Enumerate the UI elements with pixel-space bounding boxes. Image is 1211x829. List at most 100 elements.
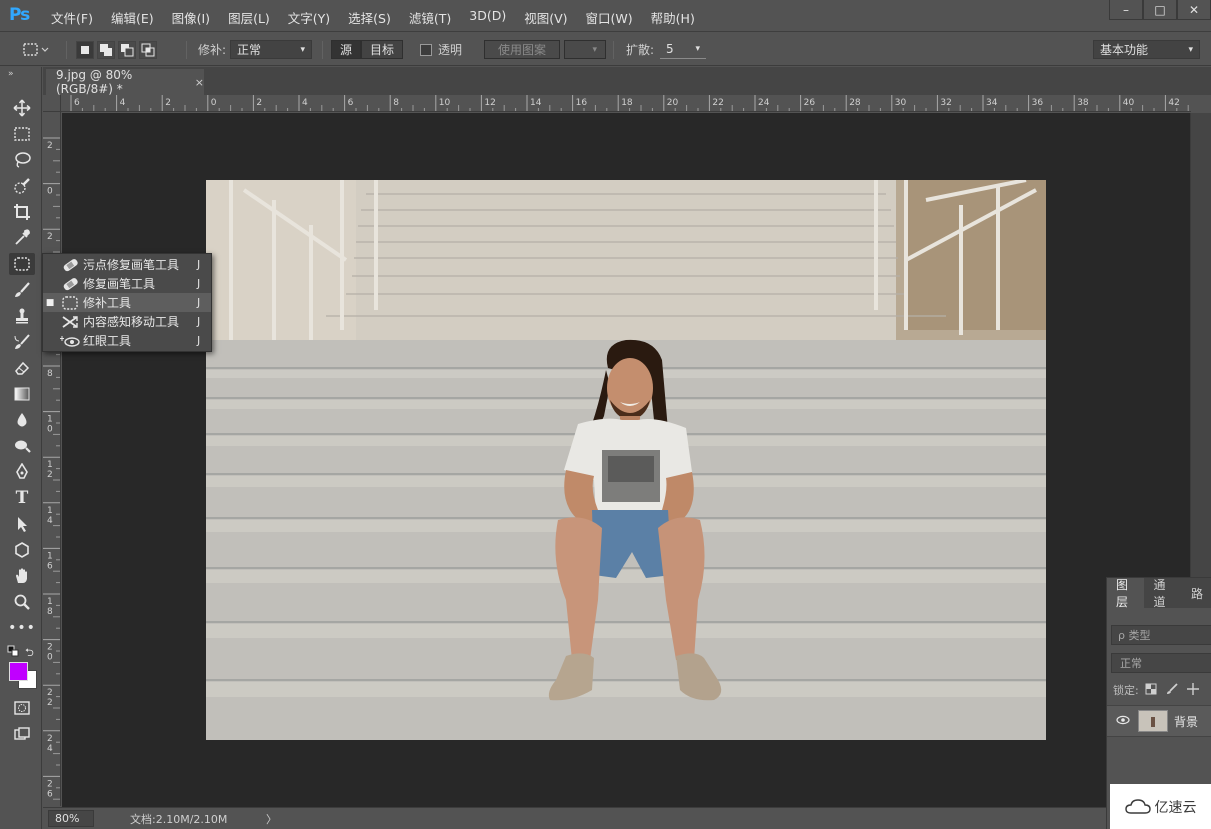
- lock-pixels-icon[interactable]: [1166, 682, 1178, 698]
- zoom-field[interactable]: 80%: [48, 810, 94, 827]
- ruler-h-label: 30: [895, 98, 907, 108]
- menu-3d[interactable]: 3D(D): [460, 8, 515, 27]
- menu-edit[interactable]: 编辑(E): [102, 8, 163, 27]
- hand-tool-icon[interactable]: [9, 565, 35, 587]
- screen-mode-icon[interactable]: [9, 723, 35, 745]
- blend-mode-select[interactable]: 正常: [1111, 653, 1211, 673]
- menu-layer[interactable]: 图层(L): [219, 8, 279, 27]
- workspace-select[interactable]: 基本功能 ▾: [1093, 40, 1200, 59]
- menu-view[interactable]: 视图(V): [515, 8, 576, 27]
- collapse-panel-icon[interactable]: »: [8, 69, 14, 79]
- ruler-h-label: 18: [621, 98, 633, 108]
- status-menu-arrow-icon[interactable]: 〉: [266, 811, 277, 827]
- maximize-button[interactable]: □: [1143, 0, 1177, 20]
- ruler-h-label: 12: [484, 98, 495, 108]
- menu-window[interactable]: 窗口(W): [577, 8, 642, 27]
- menu-image[interactable]: 图像(I): [163, 8, 219, 27]
- eraser-tool-icon[interactable]: [9, 357, 35, 379]
- diffusion-select[interactable]: 5 ▾: [660, 40, 707, 59]
- layer-row-background[interactable]: 背景: [1107, 705, 1211, 737]
- ruler-v-label: 0: [47, 425, 53, 435]
- menu-file[interactable]: 文件(F): [42, 8, 102, 27]
- add-selection-icon[interactable]: [97, 40, 115, 59]
- menu-type[interactable]: 文字(Y): [279, 8, 339, 27]
- blur-tool-icon[interactable]: [9, 409, 35, 431]
- eye-icon[interactable]: [1116, 714, 1130, 728]
- swap-colors-icon[interactable]: ⮌: [25, 644, 34, 663]
- ruler-h-label: 2: [256, 98, 262, 108]
- intersect-selection-icon[interactable]: [139, 40, 157, 59]
- menu-help[interactable]: 帮助(H): [642, 8, 704, 27]
- lock-transparent-icon[interactable]: [1145, 683, 1157, 698]
- ruler-h-label: 38: [1077, 98, 1089, 108]
- ruler-h-label: 8: [393, 98, 399, 108]
- patch-icon: [57, 295, 83, 311]
- transparent-label: 透明: [438, 43, 463, 57]
- flyout-item-content-aware-move[interactable]: 内容感知移动工具 J: [43, 312, 211, 331]
- crop-tool-icon[interactable]: [9, 201, 35, 223]
- close-icon[interactable]: ×: [195, 76, 204, 89]
- tools-panel: » T ••• ⮌: [0, 67, 42, 829]
- flyout-item-spot-healing[interactable]: 污点修复画笔工具 J: [43, 255, 211, 274]
- zoom-tool-icon[interactable]: [9, 591, 35, 613]
- content-aware-move-icon: [57, 314, 83, 330]
- ruler-v-label: 6: [47, 561, 53, 571]
- ruler-v-label: 1: [47, 460, 53, 470]
- shape-tool-icon[interactable]: [9, 539, 35, 561]
- transparent-checkbox[interactable]: [420, 43, 432, 56]
- patch-mode-select[interactable]: 正常 ▾: [230, 40, 313, 59]
- close-window-button[interactable]: ✕: [1177, 0, 1211, 20]
- foreground-color-swatch[interactable]: [9, 662, 28, 681]
- minimize-button[interactable]: –: [1109, 0, 1143, 20]
- move-tool-icon[interactable]: [9, 97, 35, 119]
- source-button[interactable]: 源: [331, 40, 362, 59]
- document-tab[interactable]: 9.jpg @ 80%(RGB/8#) * ×: [46, 68, 204, 96]
- clone-stamp-tool-icon[interactable]: [9, 305, 35, 327]
- ruler-origin[interactable]: [43, 95, 61, 112]
- ruler-h-label: 26: [804, 98, 816, 108]
- photoshop-logo: Ps: [9, 5, 30, 25]
- horizontal-ruler[interactable]: 6 4 2 0 2 4 6 8 10 12 14 16 18 20 22 24 26 28 30 32 34 36 38 40…: [61, 95, 1191, 112]
- type-tool-icon[interactable]: T: [9, 487, 35, 509]
- layer-filter-select[interactable]: ρ 类型: [1111, 625, 1211, 645]
- ruler-v-label: 2: [47, 643, 53, 653]
- patch-tool-icon[interactable]: [9, 253, 35, 275]
- use-pattern-button[interactable]: 使用图案: [484, 40, 560, 59]
- history-brush-tool-icon[interactable]: [9, 331, 35, 353]
- flyout-item-healing-brush[interactable]: 修复画笔工具 J: [43, 274, 211, 293]
- tab-paths[interactable]: 路: [1182, 578, 1211, 608]
- gradient-tool-icon[interactable]: [9, 383, 35, 405]
- eyedropper-tool-icon[interactable]: [9, 227, 35, 249]
- tab-layers[interactable]: 图层: [1107, 578, 1145, 609]
- ruler-h-label: 2: [165, 98, 171, 108]
- ruler-h-label: 36: [1032, 98, 1044, 108]
- flyout-item-patch[interactable]: ■ 修补工具 J: [43, 293, 211, 312]
- tool-preset-picker[interactable]: [20, 39, 50, 60]
- flyout-item-red-eye[interactable]: 红眼工具 J: [43, 331, 211, 350]
- pen-tool-icon[interactable]: [9, 461, 35, 483]
- pattern-picker[interactable]: ▾: [564, 40, 606, 59]
- lasso-tool-icon[interactable]: [9, 149, 35, 171]
- tab-channels[interactable]: 通道: [1144, 578, 1181, 609]
- vertical-ruler[interactable]: 202468101214161820222426: [43, 112, 61, 806]
- marquee-tool-icon[interactable]: [9, 123, 35, 145]
- dodge-tool-icon[interactable]: [9, 435, 35, 457]
- brush-tool-icon[interactable]: [9, 279, 35, 301]
- subtract-selection-icon[interactable]: [118, 40, 136, 59]
- more-tools-icon[interactable]: •••: [8, 617, 35, 639]
- lock-position-icon[interactable]: [1186, 682, 1199, 698]
- path-selection-tool-icon[interactable]: [9, 513, 35, 535]
- selection-mode-group: [76, 39, 160, 60]
- menu-select[interactable]: 选择(S): [339, 8, 400, 27]
- quick-mask-icon[interactable]: [9, 697, 35, 719]
- document-image[interactable]: [206, 180, 1046, 740]
- options-bar: 修补: 正常 ▾ 源 目标 透明 使用图案 ▾ 扩散: 5 ▾ 基本功能 ▾: [0, 33, 1211, 66]
- new-selection-icon[interactable]: [76, 40, 94, 59]
- target-button[interactable]: 目标: [361, 40, 404, 59]
- ruler-v-label: 4: [47, 516, 53, 526]
- default-colors-icon[interactable]: [7, 645, 19, 657]
- ruler-v-label: 1: [47, 415, 53, 425]
- quick-selection-tool-icon[interactable]: [9, 175, 35, 197]
- menu-filter[interactable]: 滤镜(T): [400, 8, 460, 27]
- spot-healing-brush-icon: [57, 257, 83, 273]
